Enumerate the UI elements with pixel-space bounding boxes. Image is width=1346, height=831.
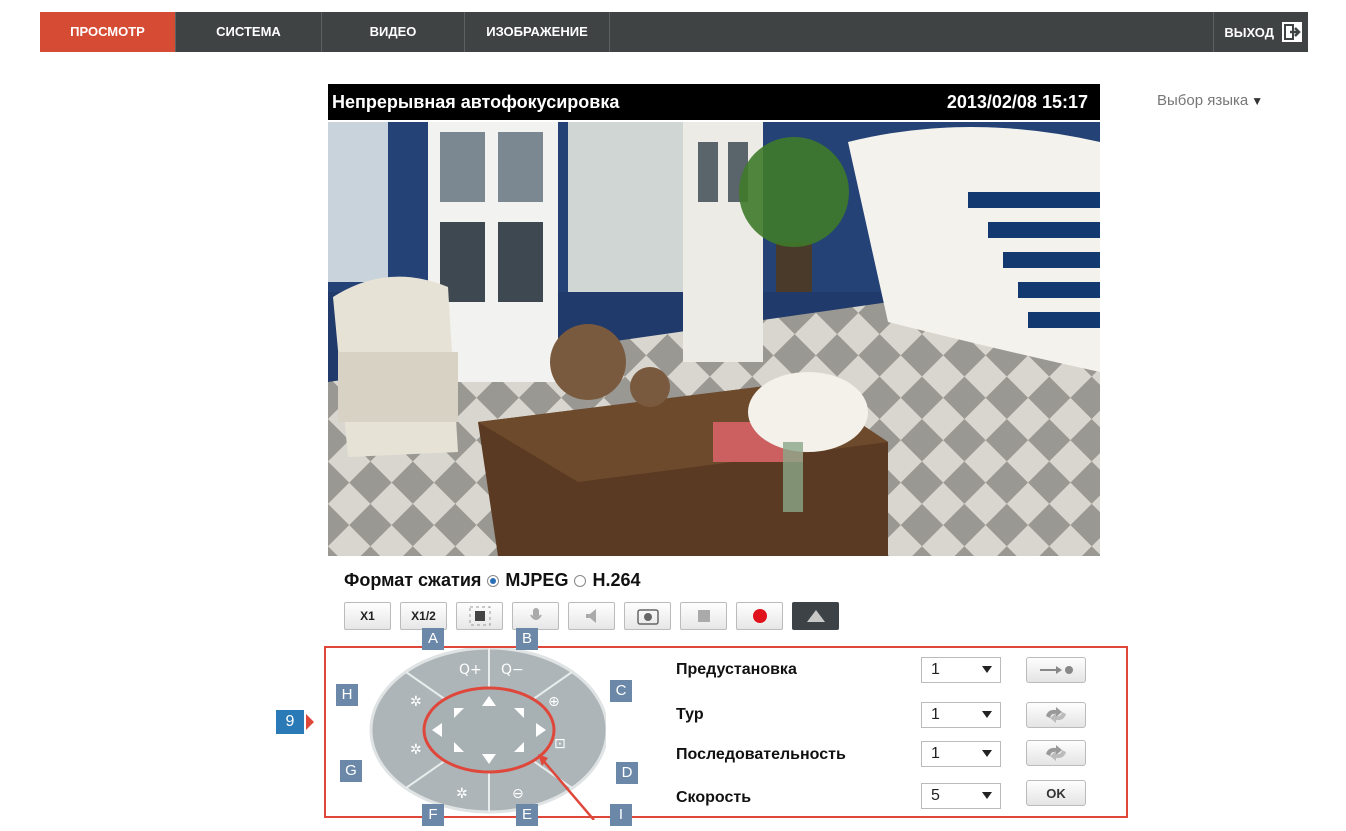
logout-label: ВЫХОД (1224, 24, 1274, 40)
microphone-button[interactable] (512, 602, 559, 630)
marker-h: H (336, 684, 358, 706)
record-button[interactable] (736, 602, 783, 630)
zoom-in-icon: Q+ (459, 662, 482, 678)
iris-close-icon: ✲ (410, 694, 422, 710)
marker-b: B (516, 628, 538, 650)
marker-c: C (610, 680, 632, 702)
camera-scene-image (328, 122, 1100, 556)
compression-format: Формат сжатия MJPEG H.264 (344, 570, 641, 591)
preset-label: Предустановка (676, 661, 797, 678)
focus-near-icon: ⊖ (512, 786, 524, 802)
speed-ok-button[interactable]: OK (1026, 780, 1086, 806)
stop-button[interactable] (680, 602, 727, 630)
logout-icon (1282, 22, 1302, 42)
live-video-view[interactable] (328, 122, 1100, 556)
radio-mjpeg[interactable] (487, 574, 500, 587)
top-navigation: ПРОСМОТР СИСТЕМА ВИДЕО ИЗОБРАЖЕНИЕ ВЫХОД (40, 12, 1308, 52)
video-title: Непрерывная автофокусировка (332, 92, 620, 112)
speed-label: Скорость (676, 789, 752, 806)
go-to-preset-icon (1040, 666, 1073, 674)
preset-select[interactable]: 1 (921, 657, 1001, 683)
sequence-start-button[interactable] (1026, 740, 1086, 766)
format-label: Формат сжатия (344, 570, 482, 590)
iris-auto-icon: ✲ (410, 742, 422, 758)
marker-g: G (340, 760, 362, 782)
chevron-down-icon: ▼ (1251, 94, 1264, 108)
marker-f: F (422, 804, 444, 826)
format-option-h264: H.264 (592, 570, 641, 590)
snapshot-button[interactable] (624, 602, 671, 630)
speaker-button[interactable] (568, 602, 615, 630)
fullscreen-icon (469, 606, 490, 626)
speed-select[interactable]: 5 (921, 783, 1001, 809)
sequence-label: Последовательность (676, 746, 846, 763)
tab-image[interactable]: ИЗОБРАЖЕНИЕ (465, 12, 610, 52)
microphone-icon (529, 608, 542, 620)
chevron-down-icon (982, 666, 992, 673)
callout-9: 9 (276, 710, 304, 734)
callout-arrow-icon (306, 714, 314, 730)
record-icon (752, 609, 767, 623)
speaker-icon (585, 609, 596, 623)
chevron-down-icon (982, 750, 992, 757)
language-selector[interactable]: Выбор языка ▼ (1157, 92, 1263, 109)
marker-e: E (516, 804, 538, 826)
collapse-triangle-icon (806, 610, 825, 622)
chevron-down-icon (982, 792, 992, 799)
tab-video[interactable]: ВИДЕО (322, 12, 465, 52)
logout-button[interactable]: ВЫХОД (1213, 12, 1302, 52)
marker-i: I (610, 804, 632, 826)
focus-far-icon: ⊕ (548, 694, 560, 710)
format-option-mjpeg: MJPEG (505, 570, 569, 590)
tab-view[interactable]: ПРОСМОТР (40, 12, 176, 52)
go-to-preset-button[interactable] (1026, 657, 1086, 683)
ptz-control-wheel[interactable]: Q+ Q− ⊕ ⊡ ⊖ ✲ ✲ ✲ (366, 648, 606, 820)
tour-select[interactable]: 1 (921, 702, 1001, 728)
sequence-select[interactable]: 1 (921, 741, 1001, 767)
tour-start-button[interactable] (1026, 702, 1086, 728)
fullscreen-button[interactable] (456, 602, 503, 630)
snapshot-icon (636, 609, 659, 625)
collapse-panel-button[interactable] (792, 602, 839, 630)
marker-a: A (422, 628, 444, 650)
zoom-out-icon: Q− (501, 662, 524, 678)
tab-system[interactable]: СИСТЕМА (176, 12, 322, 52)
cycle-icon (1046, 745, 1066, 761)
focus-auto-icon: ⊡ (554, 736, 566, 752)
video-datetime: 2013/02/08 15:17 (946, 92, 1088, 112)
chevron-down-icon (982, 711, 992, 718)
radio-h264[interactable] (574, 574, 587, 587)
zoom-x1-button[interactable]: X1 (344, 602, 391, 630)
stop-icon (697, 610, 710, 622)
tour-label: Тур (676, 706, 704, 723)
video-toolbar: X1 X1/2 (344, 602, 839, 630)
zoom-half-button[interactable]: X1/2 (400, 602, 447, 630)
iris-open-icon: ✲ (456, 786, 468, 802)
video-header: Непрерывная автофокусировка 2013/02/08 1… (328, 84, 1100, 120)
cycle-icon (1046, 707, 1066, 723)
language-label: Выбор языка (1157, 92, 1249, 109)
marker-d: D (616, 762, 638, 784)
